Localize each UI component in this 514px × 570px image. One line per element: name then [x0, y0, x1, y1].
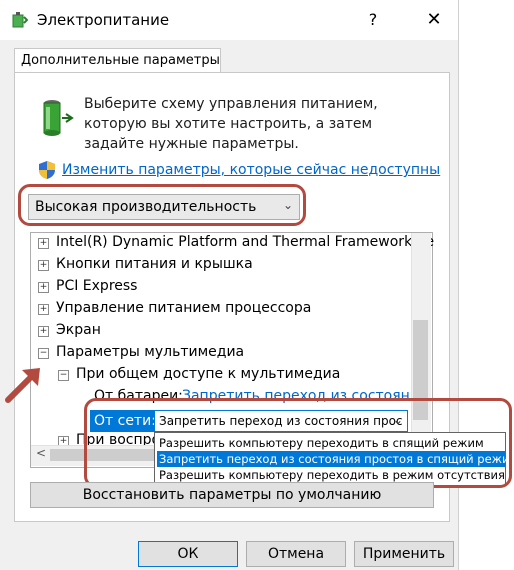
annotation-arrow-icon [2, 360, 48, 406]
intro-description: Выберите схему управления питанием, кото… [84, 96, 378, 152]
tree-item-pci-express[interactable]: PCI Express [56, 278, 137, 294]
expand-icon[interactable]: + [38, 304, 49, 315]
expand-icon[interactable]: + [38, 260, 49, 271]
scroll-left-icon[interactable]: < [36, 446, 46, 460]
tab-advanced-settings[interactable]: Дополнительные параметры [14, 48, 221, 73]
collapse-icon[interactable]: − [58, 370, 69, 381]
annotation-highlight-ring [18, 184, 306, 226]
close-button[interactable]: ✕ [414, 6, 454, 34]
collapse-icon[interactable]: − [38, 348, 49, 359]
restore-defaults-button[interactable]: Восстановить параметры по умолчанию [30, 482, 434, 508]
battery-icon [32, 94, 74, 140]
expand-icon[interactable]: + [38, 326, 49, 337]
tab-label: Дополнительные параметры [21, 53, 220, 68]
tree-item-power-buttons[interactable]: Кнопки питания и крышка [56, 256, 253, 272]
expand-icon[interactable]: + [38, 238, 49, 249]
change-unavailable-settings-link[interactable]: Изменить параметры, которые сейчас недос… [62, 162, 440, 178]
help-button[interactable]: ? [356, 6, 390, 34]
ok-button[interactable]: ОК [138, 541, 238, 567]
tree-item-thermal-framework[interactable]: Intel(R) Dynamic Platform and Thermal Fr… [56, 234, 434, 250]
annotation-highlight-ring [84, 398, 512, 488]
uac-shield-icon [38, 160, 56, 180]
tree-item-media-sharing[interactable]: При общем доступе к мультимедиа [76, 366, 340, 382]
expand-icon[interactable]: + [38, 282, 49, 293]
window-title: Электропитание [37, 11, 170, 29]
tree-item-display[interactable]: Экран [56, 322, 101, 338]
power-options-app-icon [10, 11, 29, 29]
tree-item-multimedia[interactable]: Параметры мультимедиа [56, 344, 244, 360]
cancel-button[interactable]: Отмена [246, 541, 346, 567]
tree-item-processor-power[interactable]: Управление питанием процессора [56, 300, 311, 316]
apply-button[interactable]: Применить [354, 541, 454, 567]
